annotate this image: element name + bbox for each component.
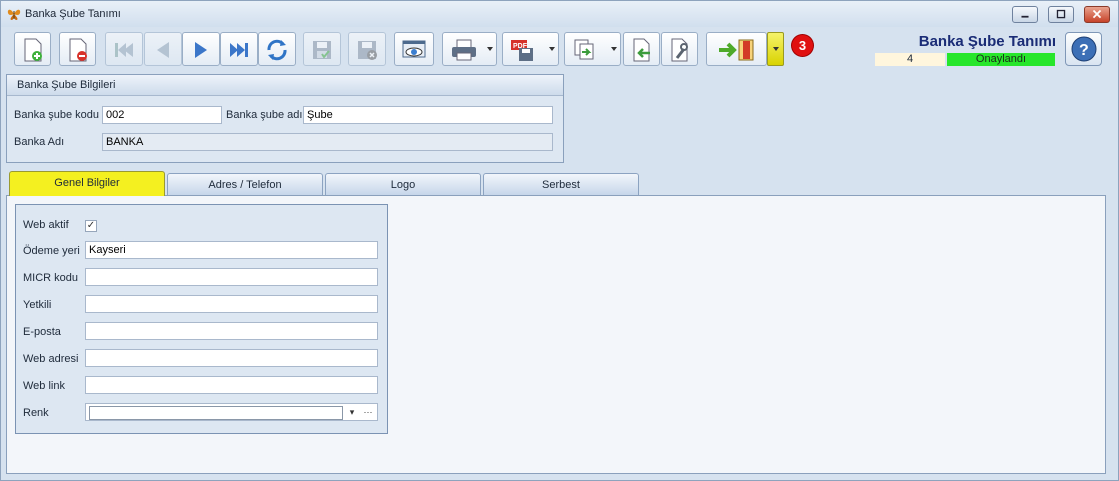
web-address-label: Web adresi bbox=[23, 353, 79, 365]
bank-name-input[interactable]: BANKA bbox=[102, 133, 553, 151]
web-address-input[interactable] bbox=[85, 349, 378, 367]
general-info-group bbox=[15, 204, 388, 434]
copy-button[interactable] bbox=[564, 32, 621, 66]
authorized-input[interactable] bbox=[85, 295, 378, 313]
delete-record-icon bbox=[69, 38, 87, 62]
tab-logo[interactable]: Logo bbox=[325, 173, 481, 195]
last-record-icon bbox=[230, 43, 248, 57]
save-icon bbox=[313, 41, 331, 59]
prev-record-icon bbox=[157, 42, 169, 58]
delete-record-button[interactable] bbox=[59, 32, 96, 66]
cancel-save-button[interactable] bbox=[348, 32, 386, 66]
micr-code-input[interactable] bbox=[85, 268, 378, 286]
pdf-dropdown-icon bbox=[549, 47, 555, 51]
branch-info-group-title: Banka Şube Bilgileri bbox=[7, 75, 563, 96]
payment-place-input[interactable]: Kayseri bbox=[85, 241, 378, 259]
email-label: E-posta bbox=[23, 326, 61, 338]
tab-free[interactable]: Serbest bbox=[483, 173, 639, 195]
checkmark-icon: ✓ bbox=[86, 220, 96, 231]
butterfly-app-icon bbox=[7, 9, 21, 20]
web-link-label: Web link bbox=[23, 380, 65, 392]
email-input[interactable] bbox=[85, 322, 378, 340]
minimize-button[interactable] bbox=[1012, 6, 1038, 23]
color-swatch bbox=[89, 406, 343, 420]
color-combo[interactable] bbox=[85, 403, 378, 421]
first-record-icon bbox=[115, 43, 133, 57]
new-record-icon bbox=[24, 38, 42, 62]
svg-text:?: ? bbox=[1079, 42, 1089, 59]
color-ellipsis-icon[interactable]: ··· bbox=[359, 405, 377, 419]
preview-button[interactable] bbox=[394, 32, 434, 66]
exit-door-icon bbox=[719, 39, 754, 61]
maximize-icon bbox=[1056, 9, 1066, 19]
web-active-label: Web aktif bbox=[23, 219, 69, 231]
cancel-save-icon bbox=[358, 41, 377, 60]
web-link-input[interactable] bbox=[85, 376, 378, 394]
pdf-export-button[interactable]: PDF bbox=[502, 32, 559, 66]
prev-record-button[interactable] bbox=[144, 32, 182, 66]
print-dropdown-icon bbox=[487, 47, 493, 51]
tools-icon bbox=[671, 38, 688, 62]
last-record-button[interactable] bbox=[220, 32, 258, 66]
new-record-button[interactable] bbox=[14, 32, 51, 66]
form-title: Banka Şube Tanımı bbox=[918, 33, 1056, 50]
marker-3: 3 bbox=[792, 35, 813, 56]
micr-code-label: MICR kodu bbox=[23, 272, 79, 284]
import-icon bbox=[633, 38, 650, 62]
tab-address-phone[interactable]: Adres / Telefon bbox=[167, 173, 323, 195]
refresh-icon bbox=[267, 39, 287, 61]
branch-code-input[interactable]: 002 bbox=[102, 106, 222, 124]
main-window: Banka Şube Tanımı PDF 3 Banka Şube Tanım… bbox=[0, 0, 1119, 481]
preview-icon bbox=[402, 40, 426, 58]
minimize-icon bbox=[1021, 15, 1029, 18]
status-badge: Onaylandı bbox=[947, 53, 1055, 66]
window-title: Banka Şube Tanımı bbox=[25, 8, 121, 20]
exit-dropdown-icon bbox=[773, 47, 779, 51]
import-button[interactable] bbox=[623, 32, 660, 66]
save-button[interactable] bbox=[303, 32, 341, 66]
close-icon bbox=[1092, 9, 1102, 19]
copy-icon bbox=[574, 39, 594, 60]
copy-dropdown-icon bbox=[611, 47, 617, 51]
help-icon: ? bbox=[1071, 36, 1097, 62]
print-icon bbox=[452, 39, 476, 61]
print-button[interactable] bbox=[442, 32, 497, 66]
first-record-button[interactable] bbox=[105, 32, 143, 66]
pdf-export-icon: PDF bbox=[511, 40, 533, 61]
payment-place-label: Ödeme yeri bbox=[23, 245, 80, 257]
web-active-checkbox[interactable]: ✓ bbox=[85, 220, 97, 232]
next-record-button[interactable] bbox=[182, 32, 220, 66]
record-number: 4 bbox=[875, 53, 945, 66]
close-button[interactable] bbox=[1084, 6, 1110, 23]
branch-name-input[interactable]: Şube bbox=[303, 106, 553, 124]
branch-code-label: Banka şube kodu bbox=[14, 109, 100, 121]
tools-button[interactable] bbox=[661, 32, 698, 66]
maximize-button[interactable] bbox=[1048, 6, 1074, 23]
color-label: Renk bbox=[23, 407, 49, 419]
next-record-icon bbox=[195, 42, 207, 58]
help-button[interactable]: ? bbox=[1065, 32, 1102, 66]
branch-name-label: Banka şube adı bbox=[226, 109, 303, 121]
exit-dropdown-button[interactable] bbox=[767, 32, 784, 66]
exit-button[interactable] bbox=[706, 32, 767, 66]
authorized-label: Yetkili bbox=[23, 299, 52, 311]
bank-name-label: Banka Adı bbox=[14, 136, 65, 148]
refresh-button[interactable] bbox=[258, 32, 296, 66]
title-bar: Banka Şube Tanımı bbox=[1, 1, 1118, 27]
tab-general[interactable]: Genel Bilgiler bbox=[9, 171, 165, 196]
